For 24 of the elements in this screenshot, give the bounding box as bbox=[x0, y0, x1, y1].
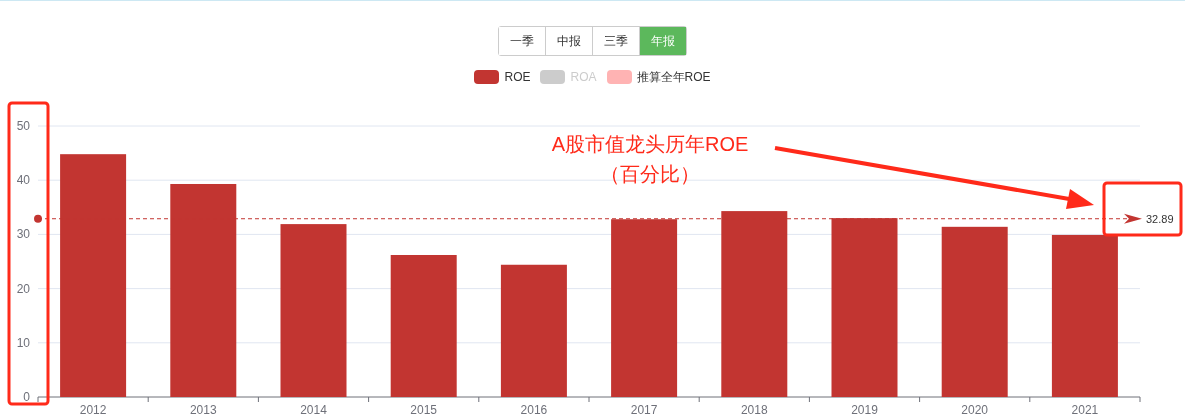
axis-label: 0 bbox=[23, 390, 30, 404]
axis-label: 2018 bbox=[740, 403, 768, 417]
axis-label: 2019 bbox=[851, 403, 878, 417]
axis-label: 40 bbox=[16, 173, 30, 188]
axis-label: 2016 bbox=[520, 403, 548, 417]
axis-label: 10 bbox=[16, 335, 30, 350]
annotation-text: （百分比） bbox=[600, 162, 700, 187]
axis-label: 2012 bbox=[79, 403, 107, 417]
axis-label: 2014 bbox=[300, 403, 327, 417]
average-label: 32.89 bbox=[1146, 212, 1174, 225]
period-tab[interactable]: 一季 bbox=[499, 27, 546, 55]
axis-label: 2017 bbox=[630, 403, 658, 417]
line-start-dot bbox=[34, 214, 42, 223]
axis-label: 2013 bbox=[189, 403, 217, 417]
axis-label: 2021 bbox=[1071, 403, 1099, 417]
axis-label: 50 bbox=[16, 119, 30, 133]
legend-item[interactable]: ROE bbox=[474, 68, 531, 86]
axis-label: 30 bbox=[16, 227, 30, 242]
line-arrowhead-icon bbox=[1124, 213, 1142, 224]
annotation-text: A股市值龙头历年ROE bbox=[551, 132, 749, 157]
legend-item[interactable]: 推算全年ROE bbox=[606, 68, 711, 86]
axis-label: 2020 bbox=[961, 403, 989, 417]
axis-label: 20 bbox=[16, 281, 30, 296]
axis-label: 2015 bbox=[410, 403, 438, 417]
